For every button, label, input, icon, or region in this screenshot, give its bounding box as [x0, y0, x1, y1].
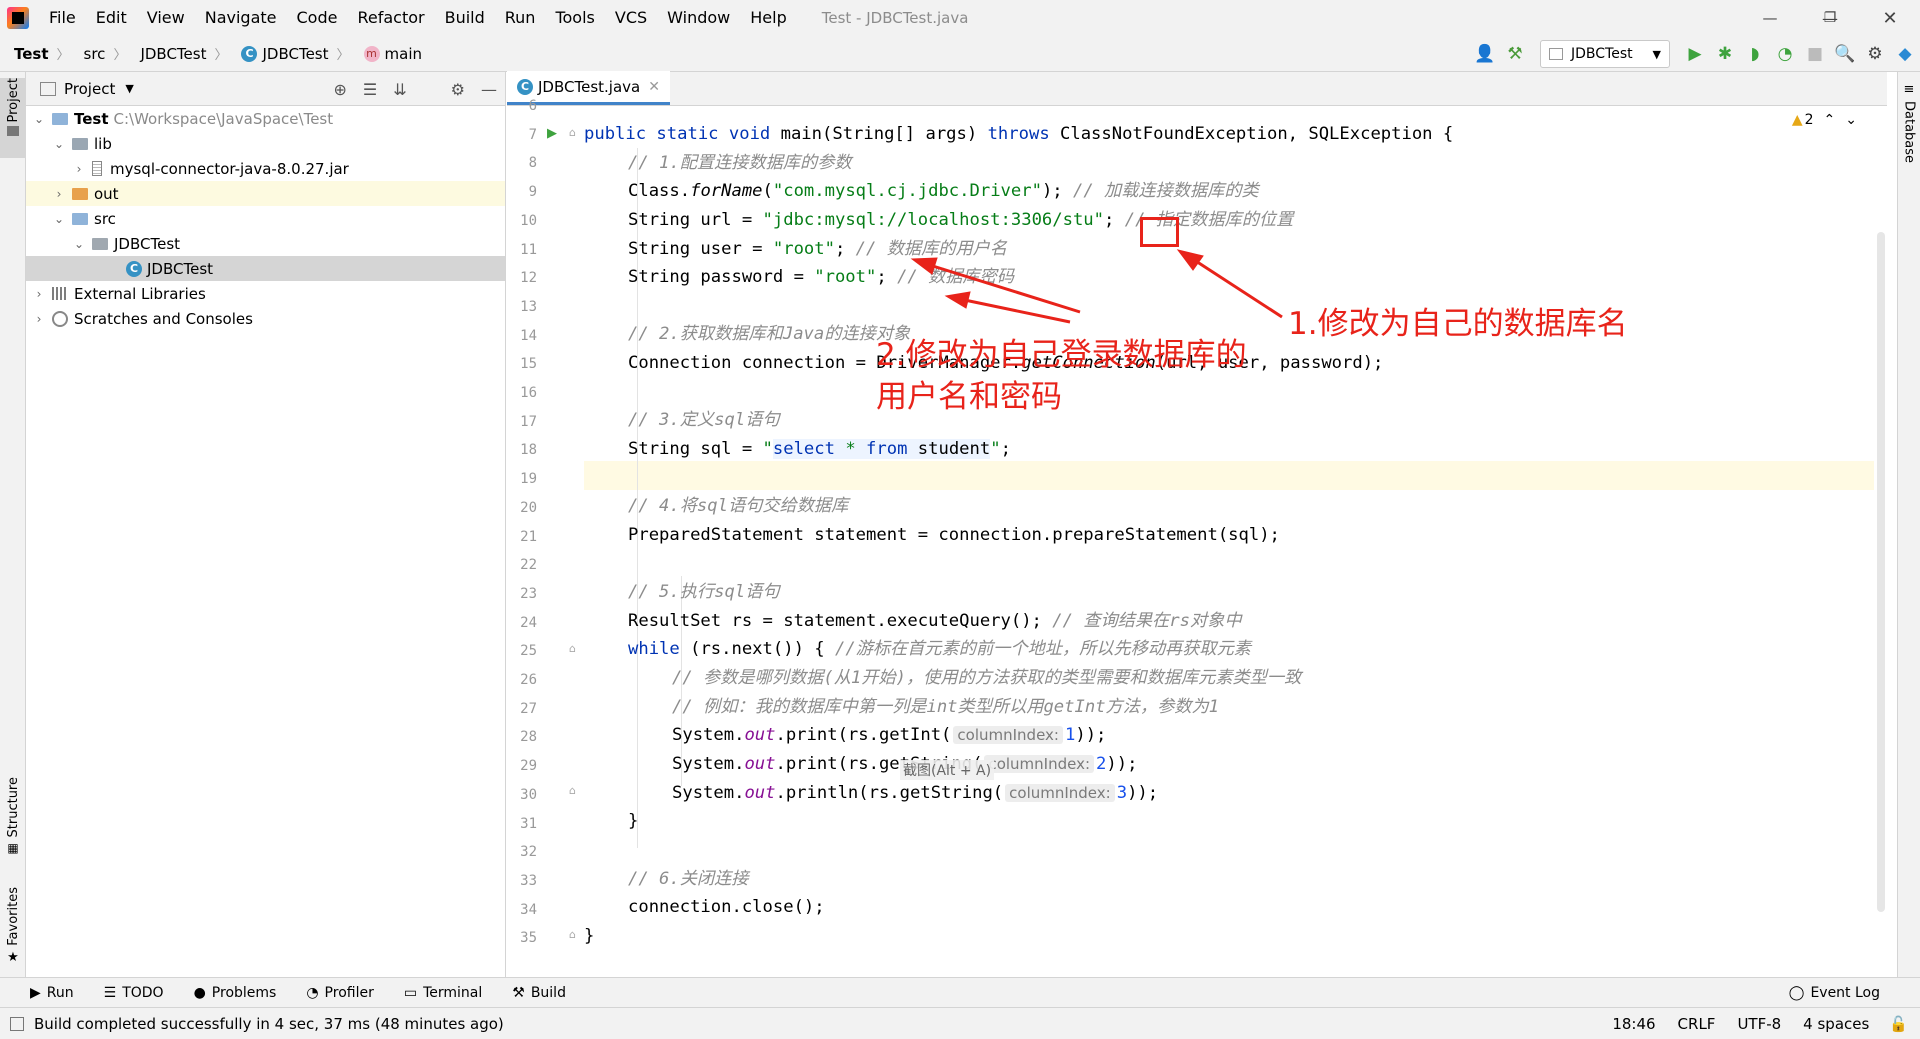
line-separator[interactable]: CRLF	[1678, 1015, 1716, 1033]
arrow-2a-shaft	[919, 260, 1081, 314]
terminal-tool-button[interactable]: ▭ Terminal	[404, 985, 482, 1001]
file-encoding[interactable]: UTF-8	[1737, 1015, 1781, 1033]
event-log-button[interactable]: ◯ Event Log	[1789, 985, 1880, 1001]
run-icon: ▶	[30, 984, 41, 1001]
lock-icon[interactable]: 🔓	[1889, 1015, 1908, 1033]
annotation-1: 1.修改为自己的数据库名	[1288, 306, 1628, 342]
screenshot-tooltip: 截图(Alt + A)	[900, 760, 995, 780]
arrow-2b-shaft	[954, 296, 1071, 324]
status-bar: Build completed successfully in 4 sec, 3…	[0, 1007, 1920, 1039]
profiler-tool-button[interactable]: ◔ Profiler	[306, 985, 374, 1001]
problems-icon: ●	[193, 984, 206, 1001]
annotation-2-line1: 2.修改为自己登录数据库的	[876, 337, 1247, 373]
indent-setting[interactable]: 4 spaces	[1803, 1015, 1869, 1033]
problems-tool-button[interactable]: ● Problems	[194, 985, 277, 1001]
annotation-2-line2: 用户名和密码	[876, 379, 1062, 415]
arrow-2a-head	[910, 257, 938, 275]
run-tool-button[interactable]: ▶ Run	[30, 985, 74, 1001]
todo-tool-button[interactable]: ☰ TODO	[104, 985, 164, 1001]
build-tool-button[interactable]: ⚒ Build	[512, 985, 566, 1001]
status-message[interactable]: Build completed successfully in 4 sec, 3…	[34, 1015, 504, 1033]
list-icon: ☰	[103, 984, 117, 1001]
caret-position[interactable]: 18:46	[1612, 1015, 1655, 1033]
arrow-2b-head	[944, 291, 971, 309]
profiler-icon: ◔	[306, 984, 319, 1001]
arrow-1-head	[1176, 249, 1204, 271]
status-toggle-icon[interactable]	[10, 1016, 24, 1031]
arrow-1-shaft	[1184, 252, 1283, 319]
terminal-icon: ▭	[403, 984, 418, 1001]
annotation-arrows	[910, 249, 1283, 324]
hammer-icon: ⚒	[512, 984, 525, 1001]
ide-window: File Edit View Navigate Code Refactor Bu…	[0, 0, 1920, 1039]
tool-window-bar: ▶ Run ☰ TODO ● Problems ◔ Profiler ▭ Terminal…	[0, 977, 1920, 1007]
event-log-icon: ◯	[1788, 984, 1805, 1001]
